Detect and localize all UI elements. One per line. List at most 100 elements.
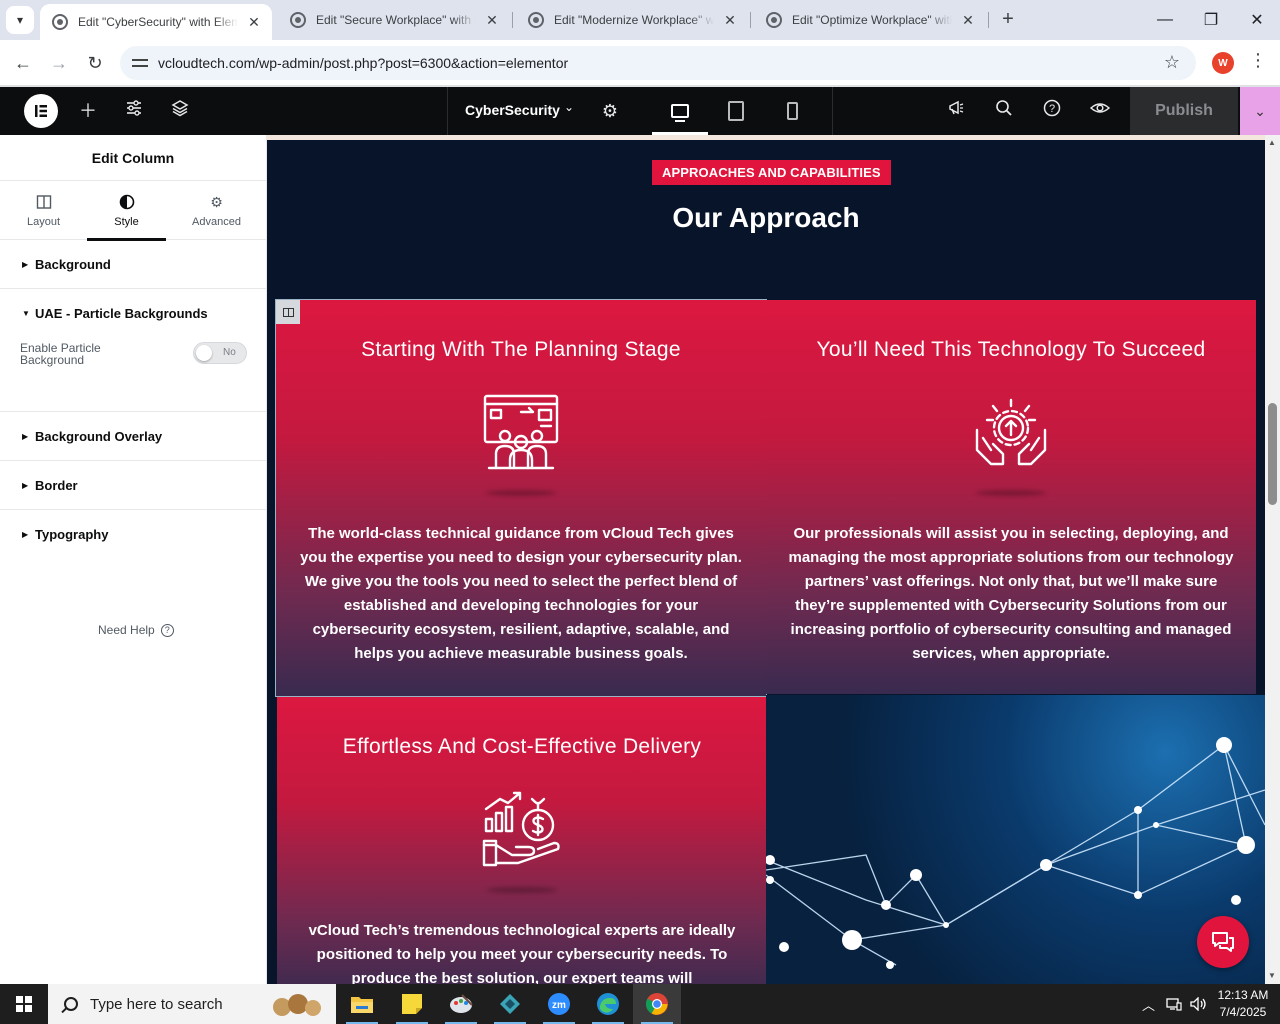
show-hidden-icons-chevron-icon[interactable]: ︿ [1142, 984, 1155, 1024]
volume-icon[interactable] [1190, 984, 1208, 1024]
sticky-notes-icon[interactable] [388, 984, 436, 1024]
file-explorer-icon[interactable] [338, 984, 386, 1024]
network-icon[interactable] [1166, 984, 1182, 1024]
reload-icon[interactable]: ↻ [80, 48, 110, 78]
section-border[interactable]: ▶ Border [0, 461, 266, 510]
planning-icon [483, 394, 559, 470]
profile-avatar[interactable]: W [1212, 52, 1234, 74]
search-icon [64, 997, 78, 1011]
publish-button[interactable]: Publish [1130, 87, 1238, 135]
editor-panel: Edit Column Layout Style ⚙ Advanced ▶ Bac… [0, 135, 267, 984]
section-background-overlay[interactable]: ▶ Background Overlay [0, 412, 266, 461]
search-highlight-image-icon[interactable] [256, 984, 336, 1024]
layout-columns-icon [36, 194, 52, 210]
enable-particle-toggle[interactable]: No [193, 342, 247, 364]
tab-separator [750, 12, 751, 28]
card-title: You’ll Need This Technology To Succeed [816, 338, 1206, 361]
svg-text:?: ? [1049, 103, 1055, 115]
approach-card-planning[interactable]: Starting With The Planning Stage The wor… [275, 299, 767, 697]
tab-layout[interactable]: Layout [0, 181, 87, 240]
page-settings-gear-icon[interactable]: ⚙ [598, 99, 622, 123]
tab-separator [988, 12, 989, 28]
icon-shadow [487, 887, 557, 893]
tab-search-button[interactable]: ▾ [6, 6, 34, 34]
section-badge[interactable]: APPROACHES AND CAPABILITIES [652, 160, 891, 185]
browser-tab-modernize-workplace[interactable]: Edit "Modernize Workplace" with Elemento… [516, 4, 748, 36]
scroll-down-icon[interactable]: ▼ [1268, 971, 1276, 980]
tab-close-icon[interactable]: ✕ [960, 12, 976, 29]
restore-icon[interactable]: ❐ [1188, 0, 1234, 40]
document-selector[interactable]: CyberSecurity ⌄ ⚙ [447, 87, 833, 135]
app-diamond-icon[interactable] [486, 984, 534, 1024]
column-handle[interactable] [276, 300, 300, 324]
canvas-scrollbar[interactable]: ▲ ▼ [1265, 135, 1280, 984]
desktop-icon [671, 104, 689, 122]
help-circle-icon: ? [160, 623, 174, 637]
mobile-icon [786, 102, 798, 120]
tab-title: Edit "Optimize Workplace" with Elementor [792, 13, 952, 27]
elementor-logo-icon[interactable] [24, 94, 58, 128]
section-heading[interactable]: Our Approach [267, 202, 1265, 234]
section-particle-backgrounds[interactable]: ▼ UAE - Particle Backgrounds Enable Parti… [0, 289, 266, 412]
scroll-up-icon[interactable]: ▲ [1268, 138, 1276, 147]
tab-title: Edit "Secure Workplace" with Elementor [316, 13, 476, 27]
bookmark-star-icon[interactable]: ☆ [1164, 52, 1180, 73]
site-settings-icon[interactable] [122, 99, 146, 123]
zoom-app-icon[interactable]: zm [535, 984, 583, 1024]
tab-close-icon[interactable]: ✕ [246, 14, 262, 31]
icon-shadow [976, 490, 1046, 496]
browser-tab-strip: ▾ Edit "CyberSecurity" with Elementor ✕ … [0, 0, 1280, 40]
help-question-icon[interactable]: ? [1040, 99, 1064, 123]
scrollbar-thumb[interactable] [1268, 403, 1277, 505]
notifications-megaphone-icon[interactable] [944, 99, 968, 123]
preview-eye-icon[interactable] [1088, 99, 1112, 123]
column-icon [282, 307, 294, 317]
tab-style[interactable]: Style [87, 181, 166, 241]
add-element-icon[interactable]: ＋ [76, 99, 100, 123]
taskbar-clock[interactable]: 12:13 AM 7/4/2025 [1213, 987, 1273, 1021]
enable-particle-control: Enable Particle Background No [0, 337, 266, 411]
tab-advanced[interactable]: ⚙ Advanced [166, 181, 267, 240]
device-desktop-button[interactable] [652, 87, 708, 135]
wordpress-favicon-icon [52, 14, 68, 30]
publish-options-chevron-icon[interactable]: ⌄ [1240, 87, 1280, 135]
windows-logo-icon [16, 996, 32, 1012]
section-background[interactable]: ▶ Background [0, 240, 266, 289]
card-body: Our professionals will assist you in sel… [788, 525, 1234, 662]
tab-close-icon[interactable]: ✕ [722, 12, 738, 29]
start-button[interactable] [0, 984, 48, 1024]
caret-right-icon: ▶ [22, 259, 29, 269]
finder-search-icon[interactable] [992, 99, 1016, 123]
device-mobile-button[interactable] [764, 87, 820, 135]
browser-tab-optimize-workplace[interactable]: Edit "Optimize Workplace" with Elementor… [754, 4, 986, 36]
back-icon[interactable]: ← [8, 48, 38, 78]
site-info-icon[interactable] [132, 56, 148, 70]
wordpress-favicon-icon [766, 12, 782, 28]
minimize-icon[interactable]: — [1142, 0, 1188, 40]
need-help-text: Need Help [98, 623, 155, 637]
caret-right-icon: ▶ [22, 529, 29, 539]
structure-layers-icon[interactable] [168, 99, 192, 123]
chrome-browser-icon[interactable] [633, 984, 681, 1024]
new-tab-icon[interactable]: + [996, 8, 1020, 32]
card-title: Effortless And Cost-Effective Delivery [342, 735, 702, 758]
chat-bubble-button[interactable] [1197, 916, 1249, 968]
approach-card-delivery[interactable]: Effortless And Cost-Effective Delivery v… [277, 697, 767, 984]
address-bar[interactable]: vcloudtech.com/wp-admin/post.php?post=63… [120, 46, 1196, 80]
need-help-link[interactable]: Need Help ? [98, 623, 174, 637]
paint-app-icon[interactable] [437, 984, 485, 1024]
device-tablet-button[interactable] [708, 87, 764, 135]
network-background-image [766, 695, 1265, 984]
section-typography[interactable]: ▶ Typography [0, 510, 266, 558]
window-close-icon[interactable]: ✕ [1234, 0, 1280, 40]
edge-browser-icon[interactable] [584, 984, 632, 1024]
advanced-gear-icon: ⚙ [210, 194, 223, 210]
browser-menu-icon[interactable]: ⋮ [1248, 50, 1268, 76]
tab-label: Style [114, 216, 139, 228]
forward-icon[interactable]: → [44, 48, 74, 78]
tab-close-icon[interactable]: ✕ [484, 12, 500, 29]
browser-tab-secure-workplace[interactable]: Edit "Secure Workplace" with Elementor ✕ [278, 4, 510, 36]
browser-tab-cybersecurity[interactable]: Edit "CyberSecurity" with Elementor ✕ [40, 4, 272, 40]
approach-card-technology[interactable]: You’ll Need This Technology To Succeed O… [766, 300, 1256, 694]
caret-right-icon: ▶ [22, 480, 29, 490]
